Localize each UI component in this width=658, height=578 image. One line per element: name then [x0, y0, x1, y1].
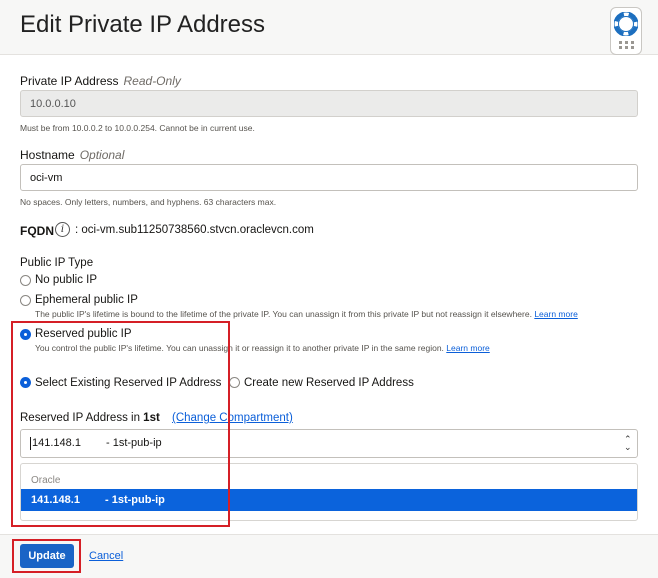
select-arrows-icon: ⌃ ⌄ [624, 434, 632, 452]
no-public-ip-label[interactable]: No public IP [35, 274, 97, 286]
highlight-box-update [12, 539, 81, 573]
drag-grip-icon[interactable] [619, 41, 635, 49]
ephemeral-public-ip-label[interactable]: Ephemeral public IP [35, 294, 138, 306]
info-icon[interactable]: i [55, 222, 70, 237]
cancel-link[interactable]: Cancel [89, 550, 123, 562]
fqdn-label: FQDN [20, 224, 54, 238]
highlight-box-reserved [11, 321, 230, 527]
radio-create-new[interactable] [229, 377, 240, 388]
hostname-input[interactable]: oci-vm [20, 164, 638, 191]
private-ip-label: Private IP Address Read-Only [20, 74, 181, 88]
dialog-header: Edit Private IP Address [0, 0, 658, 55]
create-new-label[interactable]: Create new Reserved IP Address [244, 377, 414, 389]
optional-qualifier: Optional [79, 148, 125, 162]
hostname-value: oci-vm [30, 172, 63, 184]
radio-no-public-ip[interactable] [20, 275, 31, 286]
radio-ephemeral-public-ip[interactable] [20, 295, 31, 306]
ephemeral-help-text: The public IP's lifetime is bound to the… [35, 309, 532, 319]
ephemeral-help: The public IP's lifetime is bound to the… [35, 309, 578, 319]
read-only-qualifier: Read-Only [123, 74, 181, 88]
hostname-help: No spaces. Only letters, numbers, and hy… [20, 197, 277, 207]
lifebuoy-icon [614, 12, 638, 36]
help-button[interactable] [610, 7, 642, 55]
hostname-label-text: Hostname [20, 148, 75, 162]
private-ip-label-text: Private IP Address [20, 74, 119, 88]
ephemeral-learn-more-link[interactable]: Learn more [534, 309, 577, 319]
hostname-label: Hostname Optional [20, 148, 124, 162]
dialog-title: Edit Private IP Address [20, 11, 266, 38]
fqdn-value: : oci-vm.sub11250738560.stvcn.oraclevcn.… [75, 224, 314, 236]
private-ip-help: Must be from 10.0.0.2 to 10.0.0.254. Can… [20, 123, 255, 133]
private-ip-field: 10.0.0.10 [20, 90, 638, 117]
public-ip-type-label: Public IP Type [20, 257, 94, 269]
reserved-learn-more-link[interactable]: Learn more [446, 343, 489, 353]
private-ip-value: 10.0.0.10 [30, 98, 76, 110]
